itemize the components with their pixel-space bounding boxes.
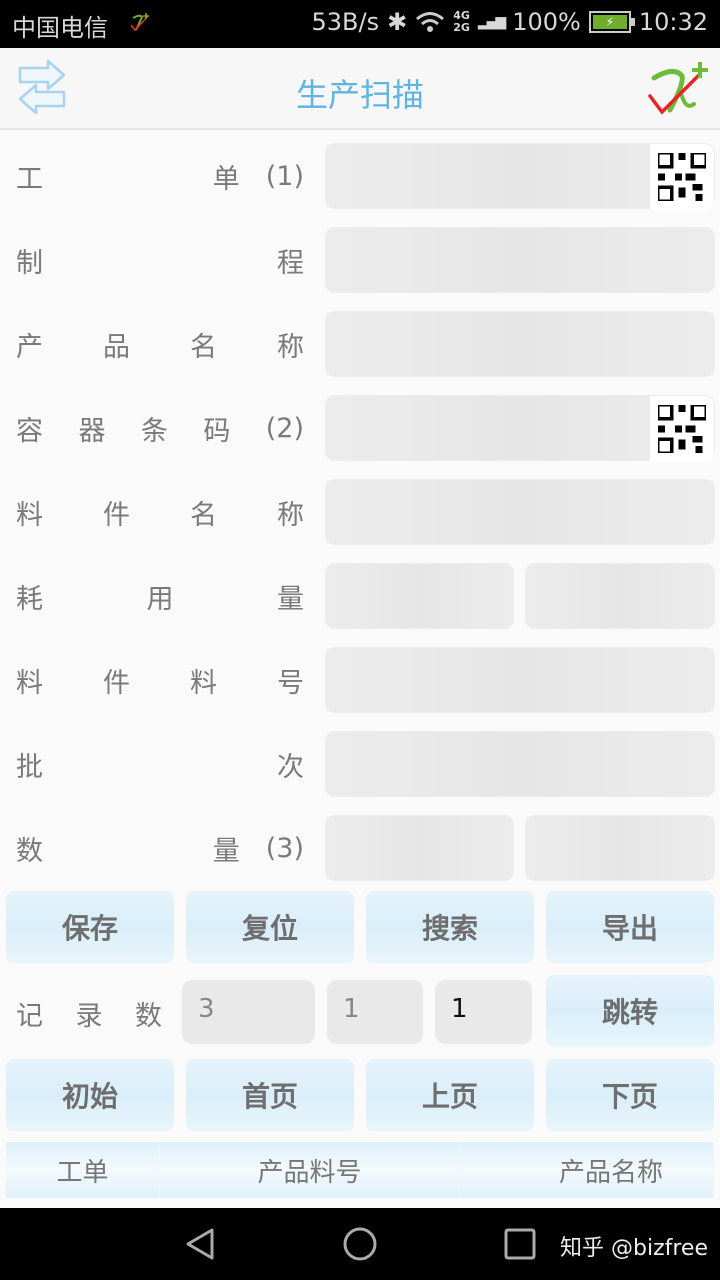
container-barcode-input[interactable] [325,395,715,462]
qr-scan-icon[interactable] [650,396,714,462]
form-row-work-order: 工 单 (1) [0,134,720,218]
column-header-product-number[interactable]: 产品料号 [160,1142,460,1198]
watermark-text: 知乎 @bizfree [560,1236,708,1261]
material-name-label: 料 件 名 称 [16,499,304,531]
quantity-label: 数 量 (3) [16,832,304,867]
init-button[interactable]: 初始 [6,1059,174,1131]
battery-percent: 100% [512,8,581,36]
container-barcode-label: 容 器 条 码 (2) [16,412,304,447]
form-row-process: 制 程 [0,218,720,302]
wifi-icon [416,12,445,32]
quantity-input-a[interactable] [325,815,514,881]
record-count-label: 记 录 数 [16,1000,162,1032]
consumption-input-a[interactable] [325,563,514,629]
home-icon[interactable] [342,1226,378,1262]
next-page-button[interactable]: 下页 [546,1059,714,1131]
form-row-quantity: 数 量 (3) [0,806,720,890]
consumption-input-b[interactable] [525,563,715,629]
results-table-header: 工单 产品料号 产品名称 [6,1142,714,1198]
product-name-input[interactable] [325,311,715,377]
form-row-material-name: 料 件 名 称 [0,470,720,554]
column-header-work-order[interactable]: 工单 [6,1142,160,1198]
material-number-label: 料 件 料 号 [16,667,304,699]
form-row-material-number: 料 件 料 号 [0,638,720,722]
signal-bars-icon: ▂▄▆ [477,14,506,30]
material-number-input[interactable] [325,647,715,713]
form-row-consumption: 耗 用 量 [0,554,720,638]
cellular-signal-icon: 4G 2G [453,9,470,34]
carrier-name: 中国电信 [12,14,108,42]
recent-apps-icon[interactable] [504,1228,536,1260]
material-name-input[interactable] [325,479,715,545]
page-title: 生产扫描 [295,76,424,114]
form-row-product-name: 产 品 名 称 [0,302,720,386]
column-header-product-name[interactable]: 产品名称 [460,1142,714,1198]
back-icon[interactable] [182,1226,218,1262]
prev-page-button[interactable]: 上页 [366,1059,534,1131]
process-label: 制 程 [16,247,304,279]
system-nav-bar: 知乎 @bizfree [0,1208,720,1280]
work-order-label: 工 单 (1) [16,160,304,195]
page-number-input[interactable]: 1 [435,980,532,1044]
consumption-label: 耗 用 量 [16,583,304,615]
bluetooth-icon: ✱ [387,8,408,36]
app-notification-icon [130,13,149,32]
jump-button[interactable]: 跳转 [546,975,714,1047]
batch-input[interactable] [325,731,715,797]
search-button[interactable]: 搜索 [366,891,534,963]
form-row-batch: 批 次 [0,722,720,806]
export-button[interactable]: 导出 [546,891,714,963]
battery-charging-icon: ⚡ [588,11,635,33]
quantity-input-b[interactable] [525,815,715,881]
process-input[interactable] [325,227,715,293]
first-page-button[interactable]: 首页 [186,1059,354,1131]
clock: 10:32 [638,8,708,36]
qr-scan-icon[interactable] [650,144,714,210]
work-order-input[interactable] [325,143,715,210]
page-count-field: 1 [327,980,423,1044]
network-speed: 53B/s [311,8,380,36]
reset-button[interactable]: 复位 [186,891,354,963]
record-total-field: 3 [182,980,315,1044]
status-bar: 中国电信 53B/s ✱ 4G 2G ▂▄▆ 100% ⚡ 10:32 [0,0,720,48]
app-logo-icon[interactable] [646,58,710,122]
product-name-label: 产 品 名 称 [16,331,304,363]
app-header: 生产扫描 [0,48,720,130]
form-row-container-barcode: 容 器 条 码 (2) [0,386,720,470]
save-button[interactable]: 保存 [6,891,174,963]
batch-label: 批 次 [16,751,304,783]
